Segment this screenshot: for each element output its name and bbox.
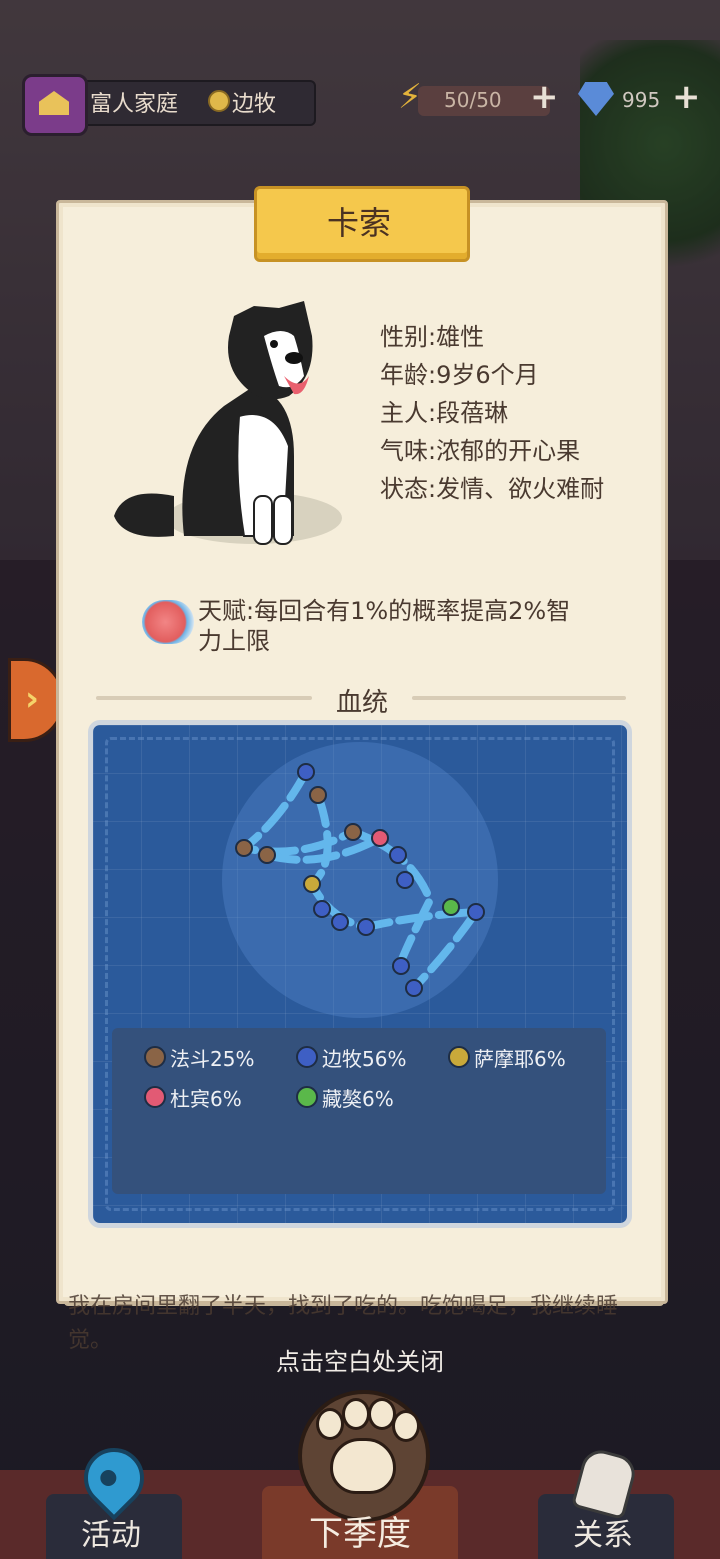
legend-dot: [448, 1046, 470, 1068]
dog-illustration: [114, 301, 342, 545]
legend-label: 法斗25%: [170, 1046, 255, 1071]
legend-dot: [144, 1086, 166, 1108]
nav-relation-label: 关系: [573, 1518, 633, 1553]
talent-description: 天赋:每回合有1%的概率提高2%智力上限: [198, 597, 571, 655]
add-gems-button[interactable]: +: [672, 80, 701, 114]
paw-toe: [342, 1398, 370, 1430]
owner-info: 主人:段蓓琳: [380, 399, 509, 427]
next-season-label: 下季度: [309, 1514, 411, 1554]
legend-item-border-collie: 边牧56%: [296, 1042, 406, 1072]
chevron-right-icon: ›: [25, 679, 40, 719]
nav-activity-label: 活动: [81, 1518, 141, 1553]
paw-icon: [330, 1438, 396, 1494]
legend-label: 杜宾6%: [170, 1086, 242, 1111]
diamond-icon: [578, 82, 614, 116]
legend-dot: [296, 1086, 318, 1108]
legend-item-fadou: 法斗25%: [144, 1042, 254, 1072]
lightning-icon: ⚡: [398, 77, 422, 117]
legend-label: 边牧56%: [322, 1046, 407, 1071]
legend-label: 藏獒6%: [322, 1086, 394, 1111]
age-info: 年龄:9岁6个月: [380, 361, 539, 389]
scent-info: 气味:浓郁的开心果: [380, 437, 581, 465]
divider-left: [96, 696, 312, 700]
status-info: 状态:发情、欲火难耐: [380, 475, 605, 503]
house-badge-icon[interactable]: [22, 74, 88, 136]
paw-toe: [392, 1410, 420, 1442]
medal-icon: [208, 90, 230, 112]
legend-item-tibetan-mastiff: 藏獒6%: [296, 1082, 394, 1112]
legend-dot: [144, 1046, 166, 1068]
add-energy-button[interactable]: +: [530, 80, 559, 114]
gender-info: 性别:雄性: [380, 323, 485, 351]
dog-name: 卡索: [326, 204, 391, 242]
paw-toe: [316, 1408, 344, 1440]
legend-label: 萨摩耶6%: [474, 1046, 566, 1071]
top-bar: 富人家庭 边牧 ⚡ 50/50 + 995 +: [0, 70, 720, 136]
divider-right: [412, 696, 626, 700]
family-name: 富人家庭: [90, 92, 179, 117]
dog-info: 性别:雄性 年龄:9岁6个月 主人:段蓓琳 气味:浓郁的开心果 状态:发情、欲火…: [380, 318, 604, 508]
legend-item-samoyed: 萨摩耶6%: [448, 1042, 566, 1072]
energy-value: 50/50: [444, 88, 502, 112]
brain-icon: [142, 600, 194, 644]
legend-dot: [296, 1046, 318, 1068]
legend-item-doberman: 杜宾6%: [144, 1082, 242, 1112]
close-hint[interactable]: 点击空白处关闭: [0, 1342, 720, 1377]
breed-label: 边牧: [232, 92, 277, 117]
lineage-section-title: 血统: [335, 688, 388, 718]
gem-count: 995: [622, 88, 661, 112]
